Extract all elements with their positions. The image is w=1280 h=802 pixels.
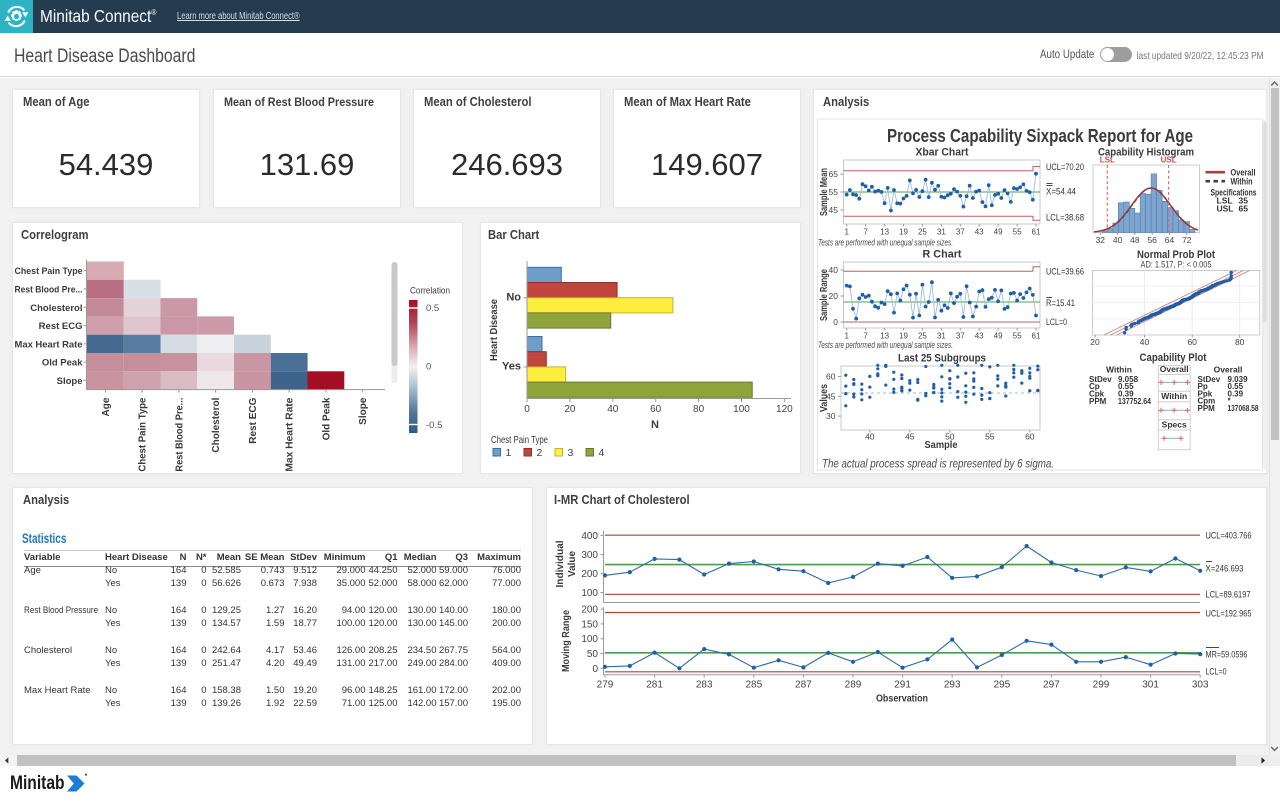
svg-text:Capability Plot: Capability Plot (1140, 352, 1207, 364)
svg-text:Slope: Slope (358, 397, 369, 425)
svg-text:0: 0 (592, 664, 598, 675)
svg-text:N: N (651, 419, 659, 431)
svg-text:0: 0 (426, 362, 431, 373)
svg-text:137068.58: 137068.58 (1228, 404, 1259, 413)
svg-text:LCL=89.6197: LCL=89.6197 (1206, 590, 1251, 601)
svg-text:Overall: Overall (1160, 364, 1189, 374)
svg-text:Chest Pain Type: Chest Pain Type (491, 434, 548, 446)
svg-text:UCL=192.965: UCL=192.965 (1206, 609, 1252, 620)
svg-text:80: 80 (693, 404, 705, 415)
svg-text:Chest Pain Type: Chest Pain Type (138, 397, 149, 471)
svg-text:AD: 1.517, P: < 0.005: AD: 1.517, P: < 0.005 (1141, 260, 1212, 271)
svg-text:Value: Value (566, 551, 578, 577)
svg-text:X=246.693: X=246.693 (1206, 564, 1244, 575)
svg-text:40: 40 (1140, 337, 1150, 347)
svg-text:120: 120 (776, 404, 793, 415)
svg-text:Within: Within (1161, 391, 1187, 401)
svg-text:40: 40 (607, 404, 619, 415)
svg-text:100: 100 (581, 634, 598, 645)
svg-text:Age: Age (101, 397, 112, 416)
svg-text:Slope: Slope (57, 376, 83, 387)
svg-text:301: 301 (1142, 680, 1159, 691)
svg-text:Rest ECG: Rest ECG (248, 397, 259, 443)
svg-text:295: 295 (993, 680, 1010, 691)
svg-text:Within: Within (1106, 365, 1132, 375)
svg-text:100: 100 (733, 404, 750, 415)
svg-text:Cholesterol: Cholesterol (211, 397, 222, 452)
svg-text:LCL=0: LCL=0 (1206, 667, 1227, 678)
svg-text:Rest Blood Pre...: Rest Blood Pre... (15, 284, 83, 295)
svg-text:60: 60 (650, 404, 662, 415)
svg-text:279: 279 (597, 680, 614, 691)
svg-text:UCL=403.766: UCL=403.766 (1206, 531, 1252, 542)
svg-text:293: 293 (944, 680, 961, 691)
svg-text:137752.64: 137752.64 (1118, 397, 1151, 406)
svg-text:Yes: Yes (502, 361, 521, 373)
svg-text:2: 2 (537, 447, 543, 459)
svg-text:Individual: Individual (554, 540, 566, 587)
svg-text:60: 60 (1187, 337, 1197, 347)
svg-text:289: 289 (845, 680, 862, 691)
svg-text:299: 299 (1093, 680, 1110, 691)
svg-text:303: 303 (1192, 680, 1209, 691)
svg-text:The actual process spread is r: The actual process spread is represented… (822, 459, 1054, 471)
svg-text:0: 0 (524, 404, 530, 415)
svg-text:3: 3 (568, 447, 574, 459)
svg-text:Observation: Observation (876, 693, 928, 705)
svg-text:0.5: 0.5 (426, 303, 439, 314)
svg-text:Overall: Overall (1214, 365, 1243, 375)
svg-text:Old Peak: Old Peak (321, 397, 332, 440)
svg-text:Rest ECG: Rest ECG (39, 321, 83, 332)
svg-text:4: 4 (599, 447, 605, 459)
svg-text:PPM: PPM (1089, 397, 1107, 406)
svg-text:20: 20 (564, 404, 576, 415)
svg-text:Old Peak: Old Peak (42, 358, 83, 369)
svg-text:200: 200 (581, 605, 598, 616)
svg-text:300: 300 (581, 550, 598, 561)
svg-text:1: 1 (506, 447, 512, 459)
svg-text:Specs: Specs (1162, 420, 1187, 430)
svg-text:-0.5: -0.5 (426, 420, 442, 431)
svg-text:Max Heart Rate: Max Heart Rate (285, 397, 296, 471)
svg-text:200: 200 (581, 569, 598, 580)
svg-text:285: 285 (745, 680, 762, 691)
svg-text:281: 281 (646, 680, 663, 691)
svg-text:No: No (506, 292, 521, 304)
svg-text:Max Heart Rate: Max Heart Rate (15, 339, 83, 350)
svg-text:Moving Range: Moving Range (560, 610, 572, 672)
svg-text:287: 287 (795, 680, 812, 691)
svg-text:50: 50 (587, 649, 599, 660)
svg-text:Rest Blood Pre...: Rest Blood Pre... (174, 397, 185, 471)
svg-text:400: 400 (581, 531, 598, 542)
svg-text:291: 291 (894, 680, 911, 691)
svg-text:MR=59.0596: MR=59.0596 (1206, 650, 1248, 661)
svg-text:Chest Pain Type: Chest Pain Type (15, 266, 83, 277)
svg-text:297: 297 (1043, 680, 1060, 691)
svg-text:100: 100 (581, 588, 598, 599)
svg-text:Correlation: Correlation (410, 286, 450, 297)
svg-text:283: 283 (696, 680, 713, 691)
svg-text:80: 80 (1235, 337, 1245, 347)
svg-text:Cholesterol: Cholesterol (30, 303, 82, 314)
svg-text:PPM: PPM (1198, 404, 1216, 413)
svg-text:20: 20 (1090, 337, 1100, 347)
svg-text:150: 150 (581, 619, 598, 630)
svg-text:Heart Disease: Heart Disease (488, 299, 500, 361)
